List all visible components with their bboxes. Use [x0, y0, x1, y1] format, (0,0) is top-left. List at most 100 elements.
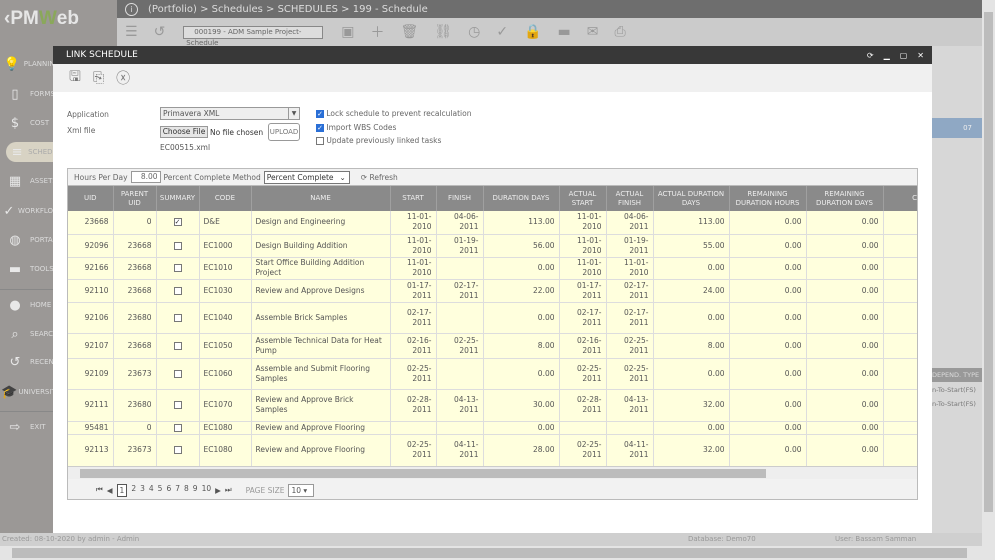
summary-checkbox[interactable]: [173, 401, 182, 409]
column-header[interactable]: COMPLETE: [883, 186, 917, 211]
application-select[interactable]: Primavera XML ▼: [160, 107, 300, 120]
summary-checkbox[interactable]: ✓: [173, 218, 182, 227]
cell-summary[interactable]: ✓: [156, 211, 200, 235]
cell-summary[interactable]: [156, 434, 200, 467]
sidebar-item-cost[interactable]: $ COST: [0, 113, 60, 133]
save-icon[interactable]: ▣: [341, 24, 354, 40]
page-link[interactable]: 8: [184, 484, 189, 497]
table-row[interactable]: 92110 23668 EC1030 Review and Approve Desig…: [68, 279, 917, 303]
column-header[interactable]: ACTUAL START: [559, 186, 607, 211]
history-icon[interactable]: ↺: [154, 24, 166, 40]
column-header[interactable]: REMAINING DURATION DAYS: [806, 186, 884, 211]
clock-icon[interactable]: ◷: [468, 24, 480, 40]
page-link[interactable]: 3: [140, 484, 145, 497]
horizontal-scroll-thumb[interactable]: [12, 548, 967, 558]
import-icon[interactable]: ⎘: [93, 70, 104, 86]
sidebar-item-planning[interactable]: 💡 PLANNING: [0, 54, 60, 74]
save-icon[interactable]: 🖫: [69, 66, 81, 90]
column-header[interactable]: ACTUAL DURATION DAYS: [653, 186, 730, 211]
cell-summary[interactable]: [156, 302, 200, 334]
lock-schedule-checkbox[interactable]: ✓ Lock schedule to prevent recalculation: [316, 109, 471, 118]
choose-file-button[interactable]: Choose File: [160, 126, 208, 138]
checkbox-icon[interactable]: [316, 137, 324, 145]
page-link[interactable]: 9: [193, 484, 198, 497]
page-link[interactable]: 7: [175, 484, 180, 497]
cell-summary[interactable]: [156, 234, 200, 258]
refresh-icon[interactable]: ⟳: [867, 51, 874, 60]
page-link[interactable]: 4: [149, 484, 154, 497]
summary-checkbox[interactable]: [173, 264, 182, 272]
add-icon[interactable]: ＋: [371, 22, 385, 42]
cell-summary[interactable]: [156, 257, 200, 280]
cell-summary[interactable]: [156, 358, 200, 390]
refresh-button[interactable]: ⟳ Refresh: [361, 173, 398, 182]
page-link[interactable]: 6: [166, 484, 171, 497]
sidebar-item-recent[interactable]: ↺ RECENT: [0, 352, 60, 372]
minimize-icon[interactable]: ▁: [884, 51, 890, 60]
sidebar-item-university[interactable]: 🎓 UNIVERSITY: [0, 382, 60, 402]
table-row[interactable]: 23668 0 ✓ D&E Design and Engineering 11-01-20…: [68, 211, 917, 235]
summary-checkbox[interactable]: [173, 313, 182, 322]
logo[interactable]: ‹PMWeb: [4, 8, 79, 30]
page-link[interactable]: 5: [158, 484, 163, 497]
table-row[interactable]: 92111 23680 EC1070 Review and Approve Brick…: [68, 389, 917, 422]
sidebar-item-workflow[interactable]: ✓ WORKFLOW: [0, 201, 60, 221]
column-header[interactable]: START: [390, 186, 437, 211]
summary-checkbox[interactable]: [173, 369, 182, 378]
column-header[interactable]: SUMMARY: [156, 186, 200, 211]
grid-horizontal-scrollbar[interactable]: [68, 466, 917, 479]
summary-checkbox[interactable]: [173, 286, 182, 295]
folder-icon[interactable]: ▬: [557, 24, 570, 40]
table-row[interactable]: 92166 23668 EC1010 Start Office Building Ad…: [68, 257, 917, 280]
page-size-select[interactable]: 10 ▾: [288, 483, 315, 497]
vertical-scroll-thumb[interactable]: [984, 12, 993, 512]
column-header[interactable]: ACTUAL FINISH: [606, 186, 654, 211]
column-header[interactable]: FINISH: [436, 186, 484, 211]
sidebar-item-forms[interactable]: ▯ FORMS: [0, 84, 60, 104]
close-icon[interactable]: ✕: [917, 51, 924, 60]
first-page-icon[interactable]: ⏮: [96, 485, 103, 495]
cell-summary[interactable]: [156, 279, 200, 303]
hours-per-day-input[interactable]: 8.00: [130, 171, 161, 183]
prev-page-icon[interactable]: ◀: [107, 486, 113, 495]
list-icon[interactable]: ☰: [125, 24, 138, 40]
column-header[interactable]: REMAINING DURATION HOURS: [729, 186, 807, 211]
summary-checkbox[interactable]: [173, 423, 182, 432]
lock-icon[interactable]: 🔒: [524, 24, 541, 40]
table-row[interactable]: 92109 23673 EC1060 Assemble and Submit Floo…: [68, 358, 917, 390]
table-row[interactable]: 92107 23668 EC1050 Assemble Technical Data …: [68, 333, 917, 359]
upload-button[interactable]: UPLOAD: [268, 123, 300, 141]
info-icon[interactable]: i: [125, 2, 138, 16]
sidebar-item-home[interactable]: ● HOME: [0, 295, 60, 315]
column-header[interactable]: PARENT UID: [113, 186, 157, 211]
summary-checkbox[interactable]: [173, 446, 182, 454]
table-row[interactable]: 92106 23680 EC1040 Assemble Brick Samples 02…: [68, 302, 917, 334]
next-page-icon[interactable]: ▶: [215, 486, 221, 495]
cell-summary[interactable]: [156, 421, 200, 435]
mail-icon[interactable]: ✉: [587, 24, 599, 40]
column-header[interactable]: DURATION DAYS: [483, 186, 560, 211]
column-header[interactable]: UID: [68, 186, 114, 211]
page-link[interactable]: 2: [131, 484, 136, 497]
column-header[interactable]: NAME: [251, 186, 391, 211]
maximize-icon[interactable]: ▢: [900, 51, 908, 60]
page-link[interactable]: 10: [202, 484, 212, 497]
print-icon[interactable]: ⎙: [614, 24, 625, 40]
page-link[interactable]: 1: [116, 483, 128, 497]
cell-summary[interactable]: [156, 389, 200, 422]
sidebar-item-assets[interactable]: ▦ ASSETS: [0, 171, 60, 191]
summary-checkbox[interactable]: [173, 241, 182, 250]
cancel-icon[interactable]: ⓧ: [116, 68, 130, 88]
sidebar-item-exit[interactable]: ⇨ EXIT: [0, 417, 60, 437]
checkbox-icon[interactable]: ✓: [316, 124, 324, 132]
column-header[interactable]: CODE: [199, 186, 252, 211]
link-icon[interactable]: ⛓: [434, 24, 452, 40]
cell-summary[interactable]: [156, 333, 200, 359]
table-row[interactable]: 92096 23668 EC1000 Design Building Addition…: [68, 234, 917, 258]
table-row[interactable]: 95481 0 EC1080 Review and Approve Flooring 0…: [68, 421, 917, 435]
update-linked-checkbox[interactable]: Update previously linked tasks: [316, 136, 441, 145]
sidebar-item-tools[interactable]: ▬ TOOLS: [0, 259, 60, 279]
grid-scroll-thumb[interactable]: [80, 469, 766, 478]
project-select[interactable]: 000199 - ADM Sample Project-Schedule: [183, 25, 324, 47]
sidebar-item-search[interactable]: ⌕ SEARCH: [0, 324, 60, 344]
